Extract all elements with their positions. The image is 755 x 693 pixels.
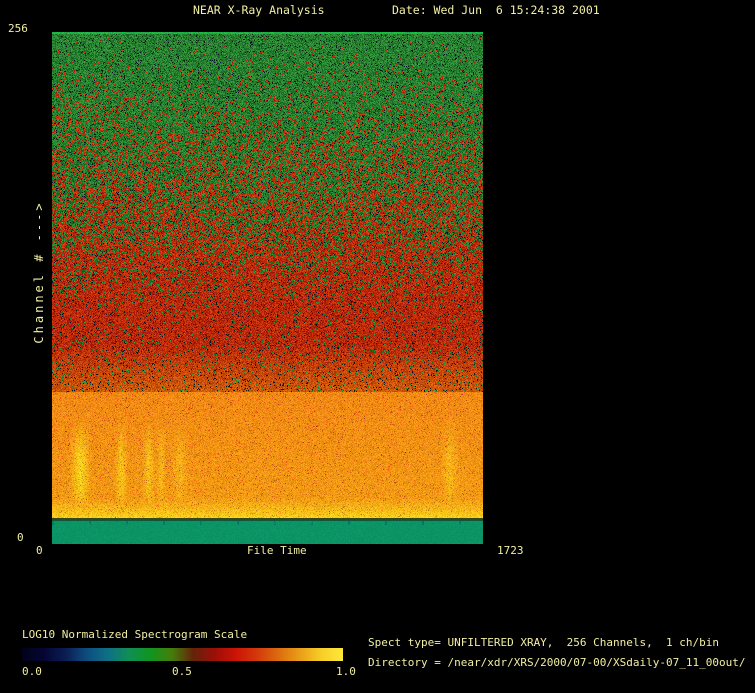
x-axis-max-tick-label: 1723 (497, 544, 524, 557)
y-axis-min-tick-label: 0 (17, 531, 24, 544)
directory-line: Directory = /near/xdr/XRS/2000/07-00/XSd… (368, 656, 746, 669)
y-axis-label: Channel # ---> (32, 200, 46, 344)
date-label: Date: Wed Jun 6 15:24:38 2001 (392, 3, 600, 17)
near-xray-analysis-window: NEAR X-Ray Analysis Date: Wed Jun 6 15:2… (0, 0, 755, 693)
x-axis-min-tick-label: 0 (36, 544, 43, 557)
spect-type-line: Spect type= UNFILTERED XRAY, 256 Channel… (368, 636, 719, 649)
spectrogram-heatmap (52, 32, 483, 544)
x-axis-label: File Time (247, 544, 307, 557)
colorbar-tick-min: 0.0 (22, 665, 42, 678)
plot-title: NEAR X-Ray Analysis (193, 3, 325, 17)
colorbar-title: LOG10 Normalized Spectrogram Scale (22, 628, 248, 641)
y-axis-max-tick-label: 256 (8, 22, 28, 35)
colorbar-tick-max: 1.0 (336, 665, 356, 678)
colorbar-gradient (22, 648, 343, 661)
colorbar-tick-mid: 0.5 (172, 665, 192, 678)
